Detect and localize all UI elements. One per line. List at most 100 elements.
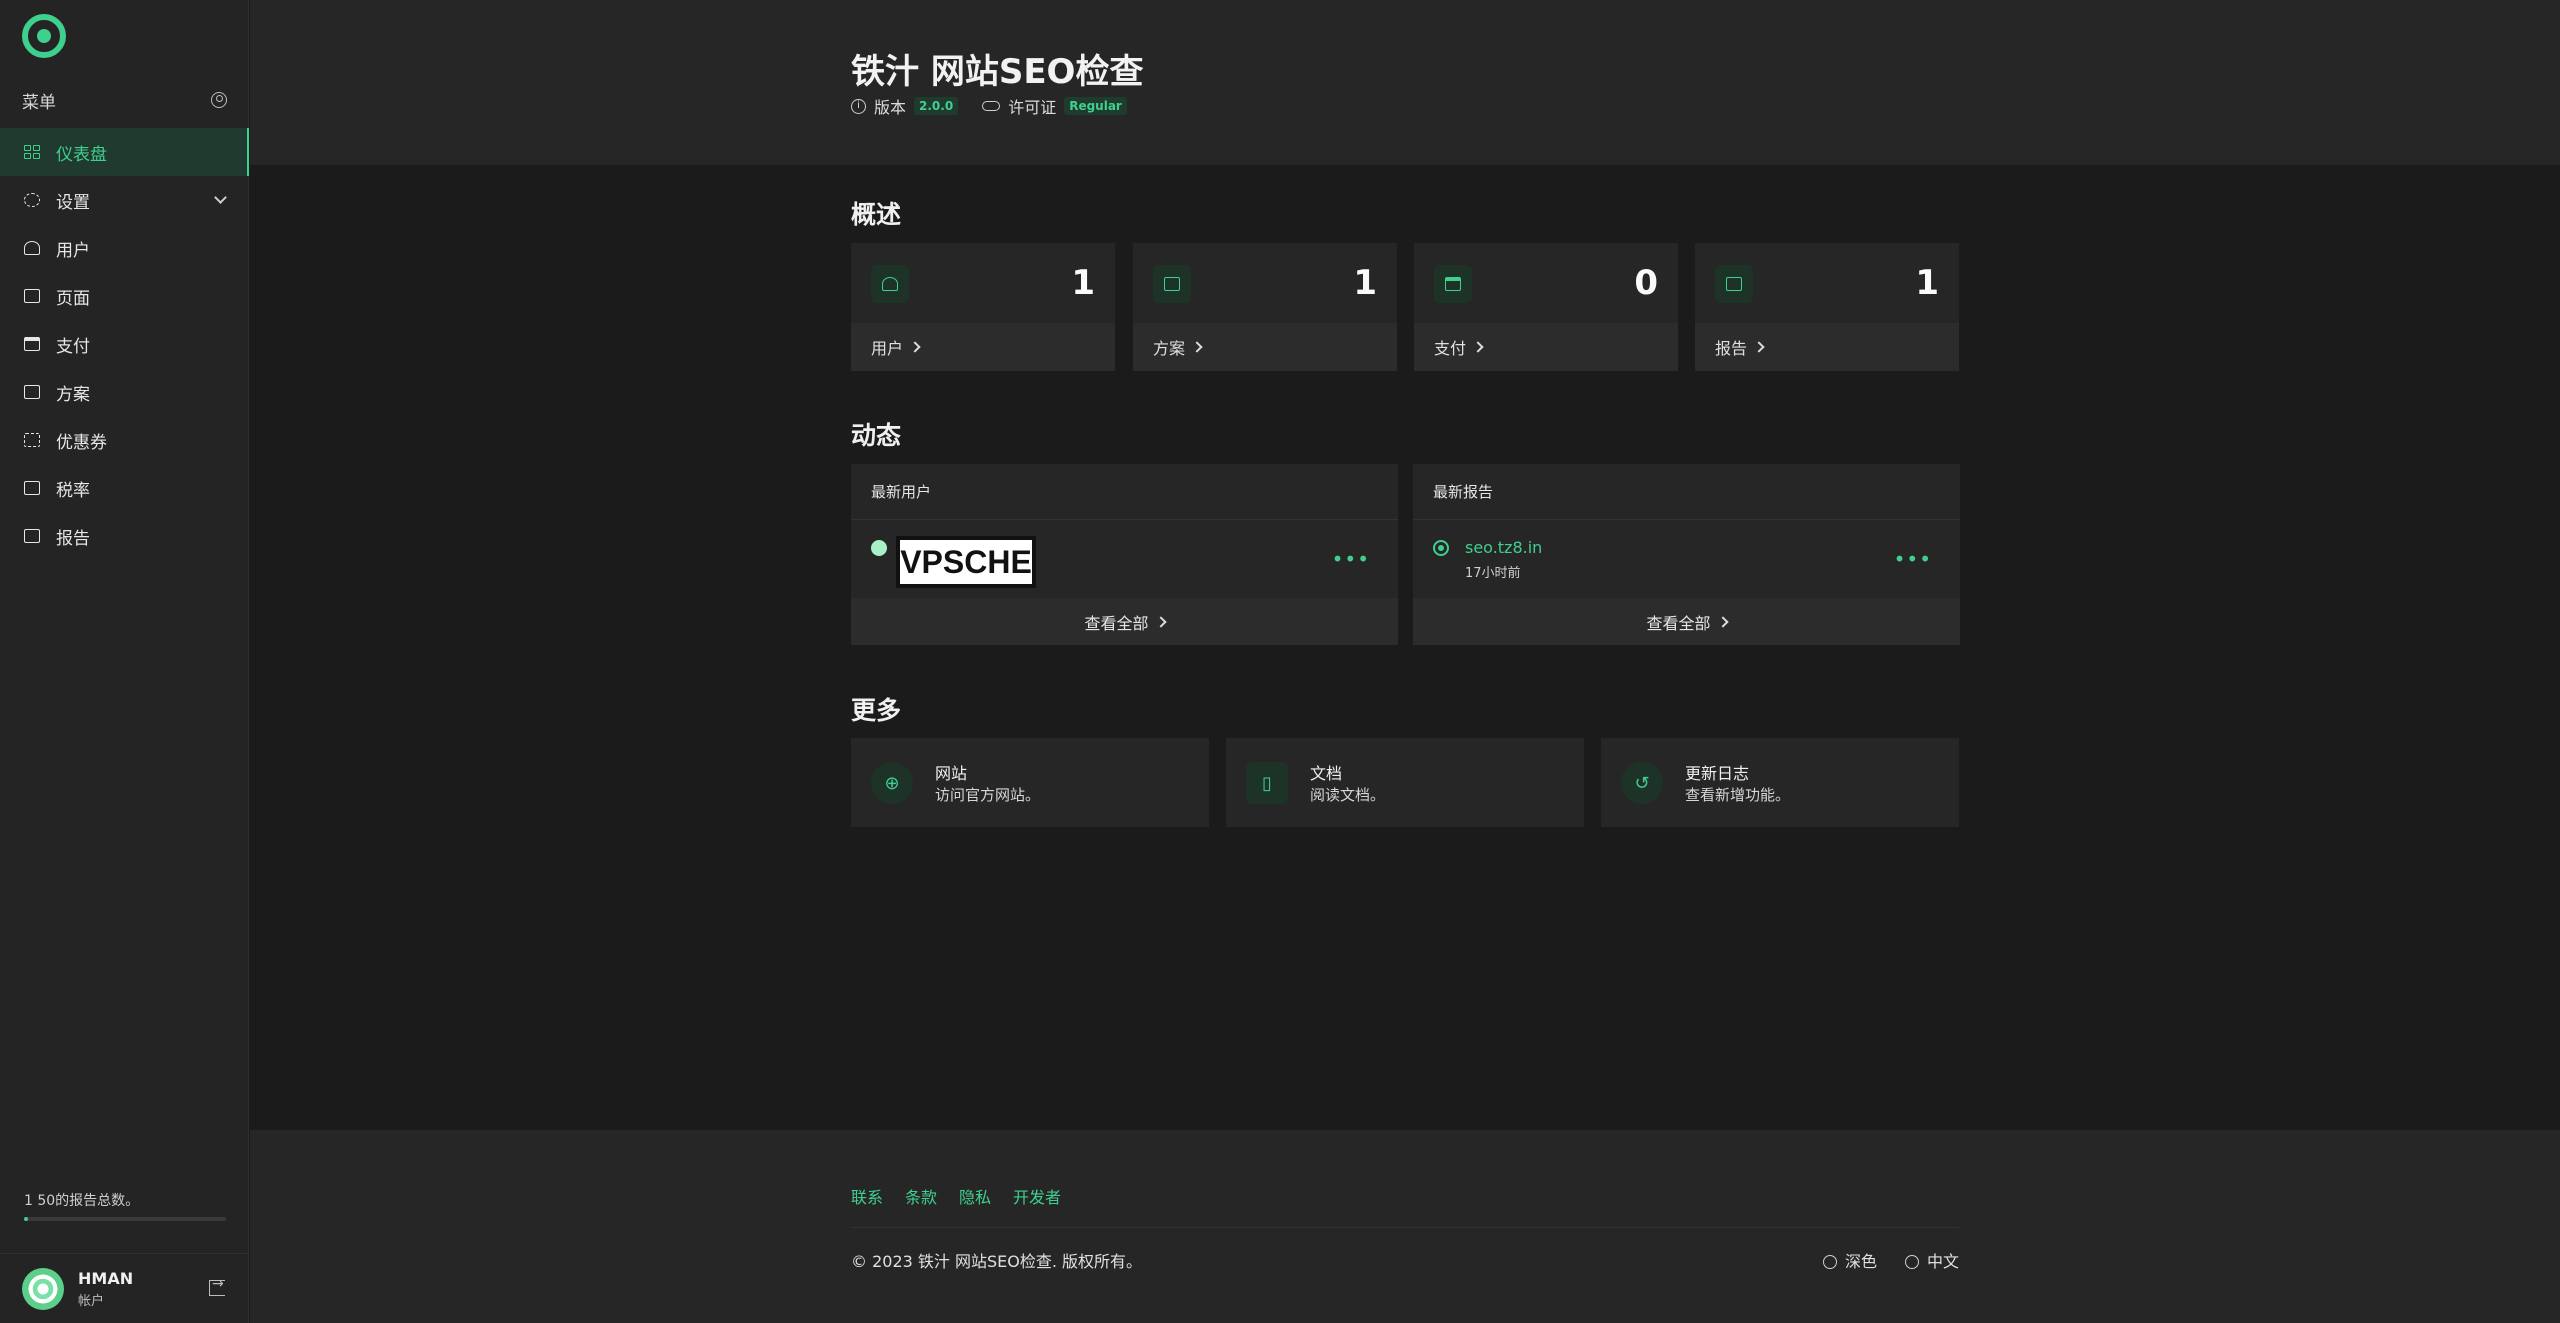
stat-card-reports: 1 报告 [1695,243,1959,371]
latest-users-title: 最新用户 [851,464,1398,520]
sidebar-item-plans[interactable]: 方案 [0,368,249,416]
chevron-right-icon [1472,341,1484,353]
report-status-icon [1433,540,1449,556]
gear-icon [24,193,40,207]
users-icon [871,265,909,303]
page-title: 铁汁 网站SEO检查 [851,52,1144,92]
more-item-title: 文档 [1310,764,1343,783]
stat-label: 方案 [1153,339,1186,358]
sidebar-item-label: 页面 [56,288,90,309]
account-name: HMAN [78,1268,134,1288]
sidebar-item-label: 报告 [56,528,90,549]
www-icon: ⊕ [871,762,913,804]
more-changelog-card[interactable]: ↺ 更新日志 查看新增功能。 [1601,738,1959,827]
copyright-text: © 2023 铁汁 网站SEO检查. 版权所有。 [851,1252,1143,1271]
report-link[interactable]: seo.tz8.in [1465,538,1542,557]
more-website-card[interactable]: ⊕ 网站 访问官方网站。 [851,738,1209,827]
plan-icon [24,385,40,399]
sidebar-item-users[interactable]: 用户 [0,224,249,272]
more-item-desc: 访问官方网站。 [935,786,1041,804]
logout-icon[interactable] [209,1276,225,1296]
more-item-title: 网站 [935,764,968,783]
footer-link-contact[interactable]: 联系 [851,1184,883,1208]
menu-label: 菜单 [22,92,56,113]
chevron-right-icon [1191,341,1203,353]
stat-value: 1 [1353,263,1377,303]
report-time: 17小时前 [1465,566,1521,581]
report-icon [1715,265,1753,303]
version-license-row: i 版本 2.0.0 许可证 Regular [851,94,1127,118]
sidebar-item-tax-rates[interactable]: 税率 [0,464,249,512]
chevron-right-icon [1154,615,1167,628]
view-all-label: 查看全部 [1646,613,1711,633]
footer-links: 联系 条款 隐私 开发者 [851,1184,1061,1208]
latest-reports-title: 最新报告 [1413,464,1960,520]
stat-link-reports[interactable]: 报告 [1695,323,1959,371]
key-icon [982,101,1001,111]
view-all-reports-button[interactable]: 查看全部 [1413,598,1960,645]
app-logo[interactable] [22,14,66,58]
chevron-right-icon [1753,341,1765,353]
language-selector[interactable]: 中文 [1904,1248,1959,1272]
account-panel[interactable]: HMAN 帐户 [0,1253,249,1323]
more-title: 更多 [851,696,902,725]
sidebar-item-label: 用户 [56,240,90,261]
more-options-icon[interactable]: ••• [1332,549,1370,569]
latest-users-card: 最新用户 VPSCHE ••• 查看全部 [851,464,1398,645]
view-all-users-button[interactable]: 查看全部 [851,598,1398,645]
sidebar-item-label: 税率 [56,480,90,501]
pages-icon [24,289,40,303]
chevron-down-icon [214,191,227,204]
history-icon: ↺ [1621,762,1663,804]
sidebar-item-settings[interactable]: 设置 [0,176,249,224]
status-dot [871,540,887,556]
language-label: 中文 [1926,1252,1959,1271]
user-circle-icon[interactable] [211,92,227,108]
user-badge[interactable]: VPSCHE [896,536,1036,588]
info-icon: i [851,98,866,114]
stat-label: 支付 [1434,339,1467,358]
stat-link-payments[interactable]: 支付 [1414,323,1678,371]
sidebar-item-reports[interactable]: 报告 [0,512,249,560]
latest-user-row: VPSCHE ••• [851,520,1398,598]
more-item-desc: 阅读文档。 [1310,786,1386,804]
overview-title: 概述 [851,200,902,229]
footer-divider [851,1227,1959,1228]
footer-controls: 深色 中文 [1565,1248,1959,1272]
theme-label: 深色 [1844,1252,1877,1271]
sidebar: 菜单 仪表盘 设置 用户 页面 支付 方案 优惠券 税率 报告 1 50的报告总… [0,0,249,1323]
more-options-icon[interactable]: ••• [1894,549,1932,569]
menu-header: 菜单 [0,88,249,113]
sidebar-item-label: 仪表盘 [56,144,107,165]
sidebar-item-dashboard[interactable]: 仪表盘 [0,128,249,176]
stat-link-plans[interactable]: 方案 [1133,323,1397,371]
stat-label: 用户 [871,339,904,358]
sidebar-item-label: 设置 [56,192,90,213]
stat-link-users[interactable]: 用户 [851,323,1115,371]
stat-value: 1 [1915,263,1939,303]
stat-value: 0 [1634,263,1658,303]
version-label: 版本 [874,98,907,117]
theme-toggle[interactable]: 深色 [1822,1248,1877,1272]
footer-link-developers[interactable]: 开发者 [1013,1184,1061,1208]
stat-card-plans: 1 方案 [1133,243,1397,371]
footer-link-privacy[interactable]: 隐私 [959,1184,991,1208]
more-item-title: 更新日志 [1685,764,1750,783]
stat-value: 1 [1071,263,1095,303]
latest-reports-card: 最新报告 seo.tz8.in 17小时前 ••• 查看全部 [1413,464,1960,645]
sidebar-item-payments[interactable]: 支付 [0,320,249,368]
tax-icon [24,481,40,495]
users-icon [24,241,40,255]
more-docs-card[interactable]: ▯ 文档 阅读文档。 [1226,738,1584,827]
book-icon: ▯ [1246,762,1288,804]
credit-card-icon [24,337,40,351]
chevron-right-icon [1716,615,1729,628]
footer-link-terms[interactable]: 条款 [905,1184,937,1208]
sidebar-item-coupons[interactable]: 优惠券 [0,416,249,464]
report-quota-bar [24,1217,226,1221]
coupon-icon [24,433,40,447]
stat-card-users: 1 用户 [851,243,1115,371]
license-badge: Regular [1064,97,1127,115]
avatar[interactable] [22,1267,64,1310]
sidebar-item-pages[interactable]: 页面 [0,272,249,320]
